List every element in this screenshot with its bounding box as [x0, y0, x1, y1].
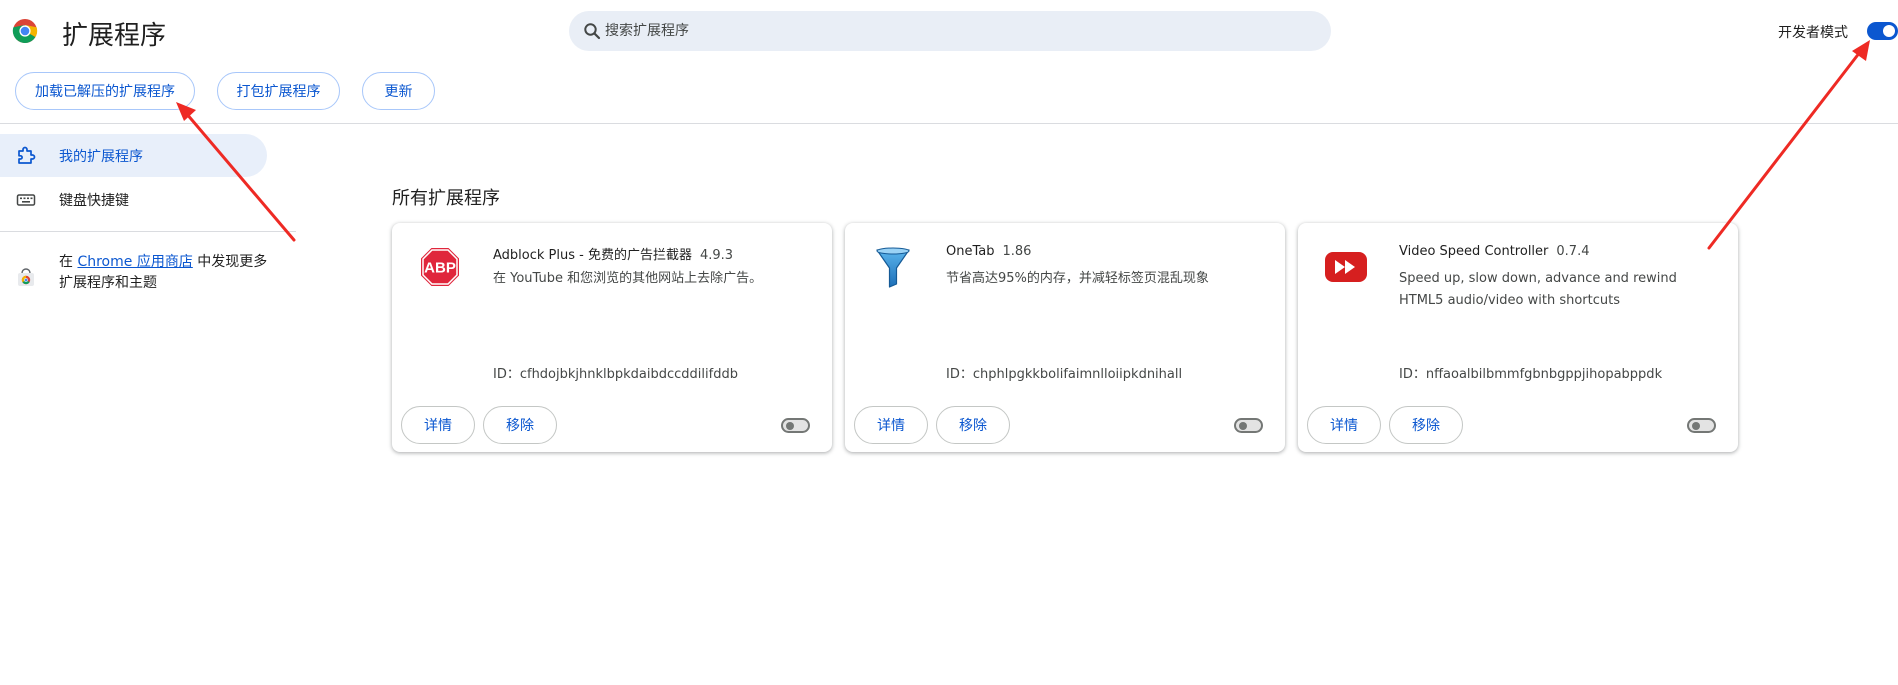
extension-card-onetab: OneTab 1.86 节省高达95%的内存，并减轻标签页混乱现象 ID：chph…	[845, 223, 1285, 452]
load-unpacked-button[interactable]: 加载已解压的扩展程序	[15, 72, 195, 110]
search-input[interactable]	[605, 11, 1305, 51]
extension-enable-toggle[interactable]	[781, 418, 810, 433]
sidebar-item-label: 我的扩展程序	[59, 148, 143, 165]
extension-id: ID：chphlpgkkbolifaimnlloiipkdnihall	[946, 367, 1183, 382]
details-button[interactable]: 详情	[854, 406, 928, 444]
section-title: 所有扩展程序	[392, 188, 500, 209]
funnel-icon	[876, 247, 910, 288]
extension-name-row: OneTab 1.86	[946, 244, 1031, 259]
chrome-web-store-link[interactable]: Chrome 应用商店	[77, 254, 192, 270]
header-divider	[0, 123, 1898, 124]
extension-name: Adblock Plus - 免费的广告拦截器	[493, 248, 692, 263]
extension-version: 4.9.3	[699, 248, 734, 263]
extension-description: 在 YouTube 和您浏览的其他网站上去除广告。	[493, 271, 763, 286]
details-button[interactable]: 详情	[1307, 406, 1381, 444]
toggle-knob	[1692, 422, 1700, 430]
sidebar-item-keyboard-shortcuts[interactable]: 键盘快捷键	[0, 178, 267, 221]
chrome-logo-icon	[12, 19, 38, 44]
sidebar-divider	[0, 231, 296, 232]
extension-card-video-speed-controller: Video Speed Controller 0.7.4 Speed up, sl…	[1298, 223, 1738, 452]
web-store-promo: 在 Chrome 应用商店 中发现更多扩展程序和主题	[0, 252, 296, 296]
promo-prefix: 在	[59, 254, 78, 270]
extension-name: Video Speed Controller	[1399, 244, 1549, 259]
remove-button[interactable]: 移除	[936, 406, 1010, 444]
extension-name-row: Adblock Plus - 免费的广告拦截器 4.9.3	[493, 244, 733, 263]
developer-toolbar: 加载已解压的扩展程序 打包扩展程序 更新	[0, 72, 1898, 112]
svg-text:ABP: ABP	[424, 260, 456, 277]
fast-forward-icon	[1325, 252, 1367, 282]
details-button[interactable]: 详情	[401, 406, 475, 444]
extension-version: 1.86	[1002, 244, 1032, 259]
extension-id: ID：cfhdojbkjhnklbpkdaibdccddilifddb	[493, 367, 738, 382]
toggle-knob	[1883, 25, 1895, 37]
extensions-page: 扩展程序 开发者模式 加载已解压的扩展程序 打包扩展程序 更新 我的扩展程序	[0, 0, 1898, 685]
sidebar-item-label: 键盘快捷键	[59, 192, 129, 209]
page-title: 扩展程序	[62, 21, 167, 51]
remove-button[interactable]: 移除	[483, 406, 557, 444]
toggle-knob	[786, 422, 794, 430]
pack-extension-button[interactable]: 打包扩展程序	[217, 72, 340, 110]
extension-id: ID：nffaoalbilbmmfgbnbgppjihopabppdk	[1399, 367, 1663, 382]
header: 扩展程序 开发者模式	[0, 0, 1898, 62]
extension-name-row: Video Speed Controller 0.7.4	[1399, 244, 1589, 259]
toggle-knob	[1239, 422, 1247, 430]
search-icon	[584, 23, 601, 40]
keyboard-icon	[16, 194, 36, 206]
extension-description: Speed up, slow down, advance and rewind …	[1399, 271, 1677, 308]
extension-puzzle-icon	[18, 146, 36, 164]
sidebar-item-my-extensions[interactable]: 我的扩展程序	[0, 134, 267, 177]
developer-mode-label: 开发者模式	[1778, 25, 1848, 41]
extension-description: 节省高达95%的内存，并减轻标签页混乱现象	[946, 271, 1209, 286]
extension-name: OneTab	[946, 244, 995, 259]
extension-enable-toggle[interactable]	[1687, 418, 1716, 433]
search-box[interactable]	[569, 11, 1331, 51]
developer-mode-toggle[interactable]	[1867, 22, 1898, 40]
promo-text: 在 Chrome 应用商店 中发现更多扩展程序和主题	[59, 252, 279, 294]
extension-card-adblock-plus: ABP Adblock Plus - 免费的广告拦截器 4.9.3 在 YouTu…	[392, 223, 832, 452]
extension-version: 0.7.4	[1556, 244, 1590, 259]
extension-enable-toggle[interactable]	[1234, 418, 1263, 433]
chrome-web-store-icon	[18, 268, 34, 286]
abp-stop-sign-icon: ABP	[419, 246, 461, 288]
update-button[interactable]: 更新	[362, 72, 435, 110]
remove-button[interactable]: 移除	[1389, 406, 1463, 444]
